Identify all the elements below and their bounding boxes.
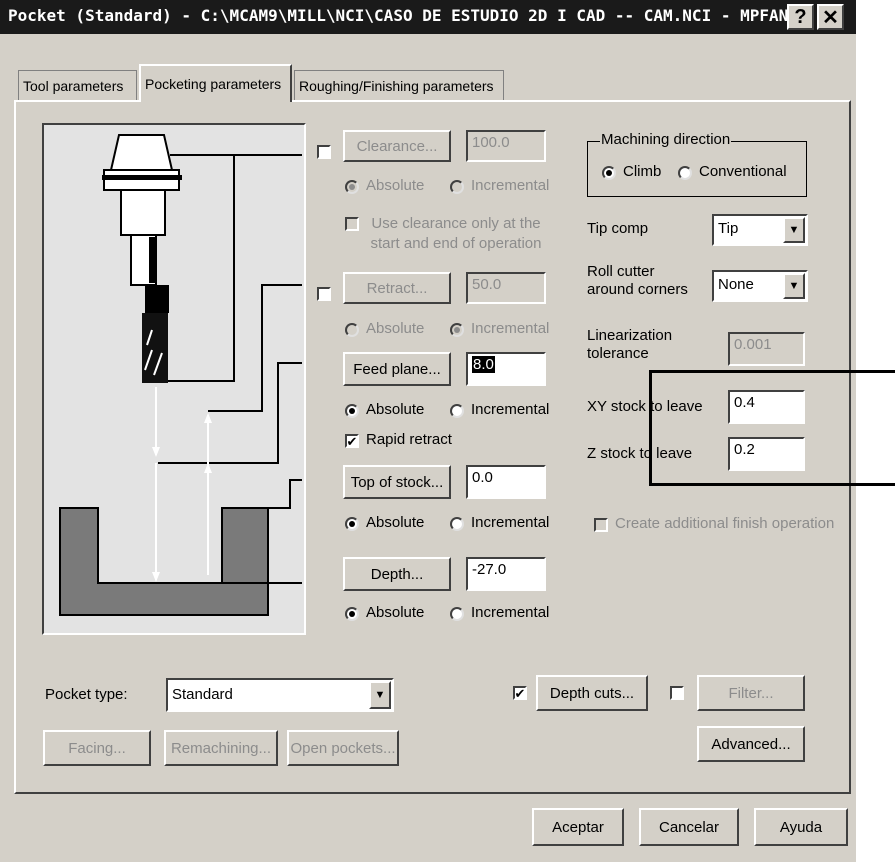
roll-cutter-label-1: Roll cutter (587, 263, 655, 280)
roll-cutter-label-2: around corners (587, 281, 688, 298)
feed-plane-absolute-label: Absolute (366, 401, 425, 418)
roll-cutter-value: None (718, 276, 754, 293)
feed-plane-field[interactable]: 8.0 (466, 352, 546, 386)
linearization-label-2: tolerance (587, 345, 649, 362)
depth-cuts-button[interactable]: Depth cuts... (536, 675, 648, 711)
feed-arrow-head (152, 447, 160, 457)
tool-holder-body (120, 189, 166, 236)
open-pockets-button[interactable]: Open pockets... (287, 730, 399, 766)
rapid-retract-label: Rapid retract (366, 431, 452, 448)
feed-plane-incremental-label: Incremental (471, 401, 550, 418)
top-of-stock-leader (237, 479, 302, 509)
retract-checkbox[interactable] (317, 287, 331, 301)
help-button[interactable]: ? (787, 4, 814, 30)
climb-label: Climb (623, 163, 662, 180)
tool-diagram (42, 123, 306, 635)
top-of-stock-field[interactable]: 0.0 (466, 465, 546, 499)
pocket-type-select[interactable]: Standard ▼ (166, 678, 394, 712)
chevron-down-icon[interactable]: ▼ (783, 217, 805, 243)
retract-arrow-head (204, 413, 212, 423)
pocket-type-label: Pocket type: (45, 686, 128, 703)
feed-plane-absolute-radio[interactable] (345, 404, 359, 418)
retract-button[interactable]: Retract... (343, 272, 451, 304)
stock-part (59, 507, 269, 616)
use-clearance-only-label: Use clearance only at the start and end … (370, 215, 542, 252)
additional-finish-checkbox[interactable] (594, 518, 608, 532)
advanced-button[interactable]: Advanced... (697, 726, 805, 762)
feed-plane-value: 8.0 (472, 356, 495, 373)
clearance-absolute-radio[interactable] (345, 180, 359, 194)
use-clearance-only-checkbox[interactable] (345, 217, 359, 231)
depth-incremental-radio[interactable] (450, 607, 464, 621)
linearization-label-1: Linearization (587, 327, 673, 344)
clearance-incremental-label: Incremental (471, 177, 550, 194)
clearance-button[interactable]: Clearance... (343, 130, 451, 162)
tab-tool-parameters[interactable]: Tool parameters (18, 70, 137, 100)
clearance-incremental-radio[interactable] (450, 180, 464, 194)
ok-button[interactable]: Aceptar (532, 808, 624, 846)
clearance-field[interactable]: 100.0 (466, 130, 546, 162)
conventional-label: Conventional (699, 163, 787, 180)
tip-comp-value: Tip (718, 220, 739, 237)
help-footer-button[interactable]: Ayuda (754, 808, 848, 846)
tab-roughing-finishing-parameters[interactable]: Roughing/Finishing parameters (294, 70, 504, 100)
depth-absolute-radio[interactable] (345, 607, 359, 621)
facing-button[interactable]: Facing... (43, 730, 151, 766)
machining-direction-title: Machining direction (600, 131, 732, 148)
depth-cuts-checkbox[interactable]: ✔ (513, 686, 527, 700)
pocket-type-value: Standard (172, 686, 233, 703)
tool-collet-shade (149, 237, 155, 283)
tool-holder-stripe (102, 175, 182, 180)
rapid-retract-checkbox[interactable]: ✔ (345, 434, 359, 448)
feed-plane-incremental-radio[interactable] (450, 404, 464, 418)
retract-leader (208, 284, 302, 412)
filter-button[interactable]: Filter... (697, 675, 805, 711)
retract-incremental-label: Incremental (471, 320, 550, 337)
retract-incremental-radio[interactable] (450, 323, 464, 337)
conventional-radio[interactable] (678, 166, 692, 180)
retract-absolute-label: Absolute (366, 320, 425, 337)
close-button[interactable]: ✕ (817, 4, 844, 30)
top-of-stock-incremental-radio[interactable] (450, 517, 464, 531)
roll-cutter-select[interactable]: None ▼ (712, 270, 808, 302)
tip-comp-select[interactable]: Tip ▼ (712, 214, 808, 246)
cancel-button[interactable]: Cancelar (639, 808, 739, 846)
depth-field[interactable]: -27.0 (466, 557, 546, 591)
chevron-down-icon[interactable]: ▼ (783, 273, 805, 299)
depth-absolute-label: Absolute (366, 604, 425, 621)
top-of-stock-button[interactable]: Top of stock... (343, 465, 451, 499)
filter-checkbox[interactable] (670, 686, 684, 700)
depth-button[interactable]: Depth... (343, 557, 451, 591)
feed-plane-leader (158, 362, 302, 464)
depth-incremental-label: Incremental (471, 604, 550, 621)
tool-diagram-svg (59, 134, 302, 616)
top-of-stock-incremental-label: Incremental (471, 514, 550, 531)
tip-comp-label: Tip comp (587, 220, 649, 237)
linearization-field[interactable]: 0.001 (728, 332, 805, 366)
tool-holder-top (109, 134, 174, 171)
window-title: Pocket (Standard) - C:\MCAM9\MILL\NCI\CA… (8, 6, 789, 25)
clearance-checkbox[interactable] (317, 145, 331, 159)
tool-shank (145, 285, 169, 313)
title-bar[interactable]: Pocket (Standard) - C:\MCAM9\MILL\NCI\CA… (0, 0, 856, 34)
chevron-down-icon[interactable]: ▼ (369, 681, 391, 709)
tab-pocketing-parameters[interactable]: Pocketing parameters (139, 64, 292, 102)
clearance-absolute-label: Absolute (366, 177, 425, 194)
climb-radio[interactable] (602, 166, 616, 180)
top-of-stock-absolute-label: Absolute (366, 514, 425, 531)
additional-finish-label: Create additional finish operation (615, 515, 835, 532)
feed-plane-button[interactable]: Feed plane... (343, 352, 451, 386)
retract-field[interactable]: 50.0 (466, 272, 546, 304)
remachining-button[interactable]: Remachining... (164, 730, 278, 766)
retract-absolute-radio[interactable] (345, 323, 359, 337)
highlight-box (649, 370, 895, 486)
top-of-stock-absolute-radio[interactable] (345, 517, 359, 531)
